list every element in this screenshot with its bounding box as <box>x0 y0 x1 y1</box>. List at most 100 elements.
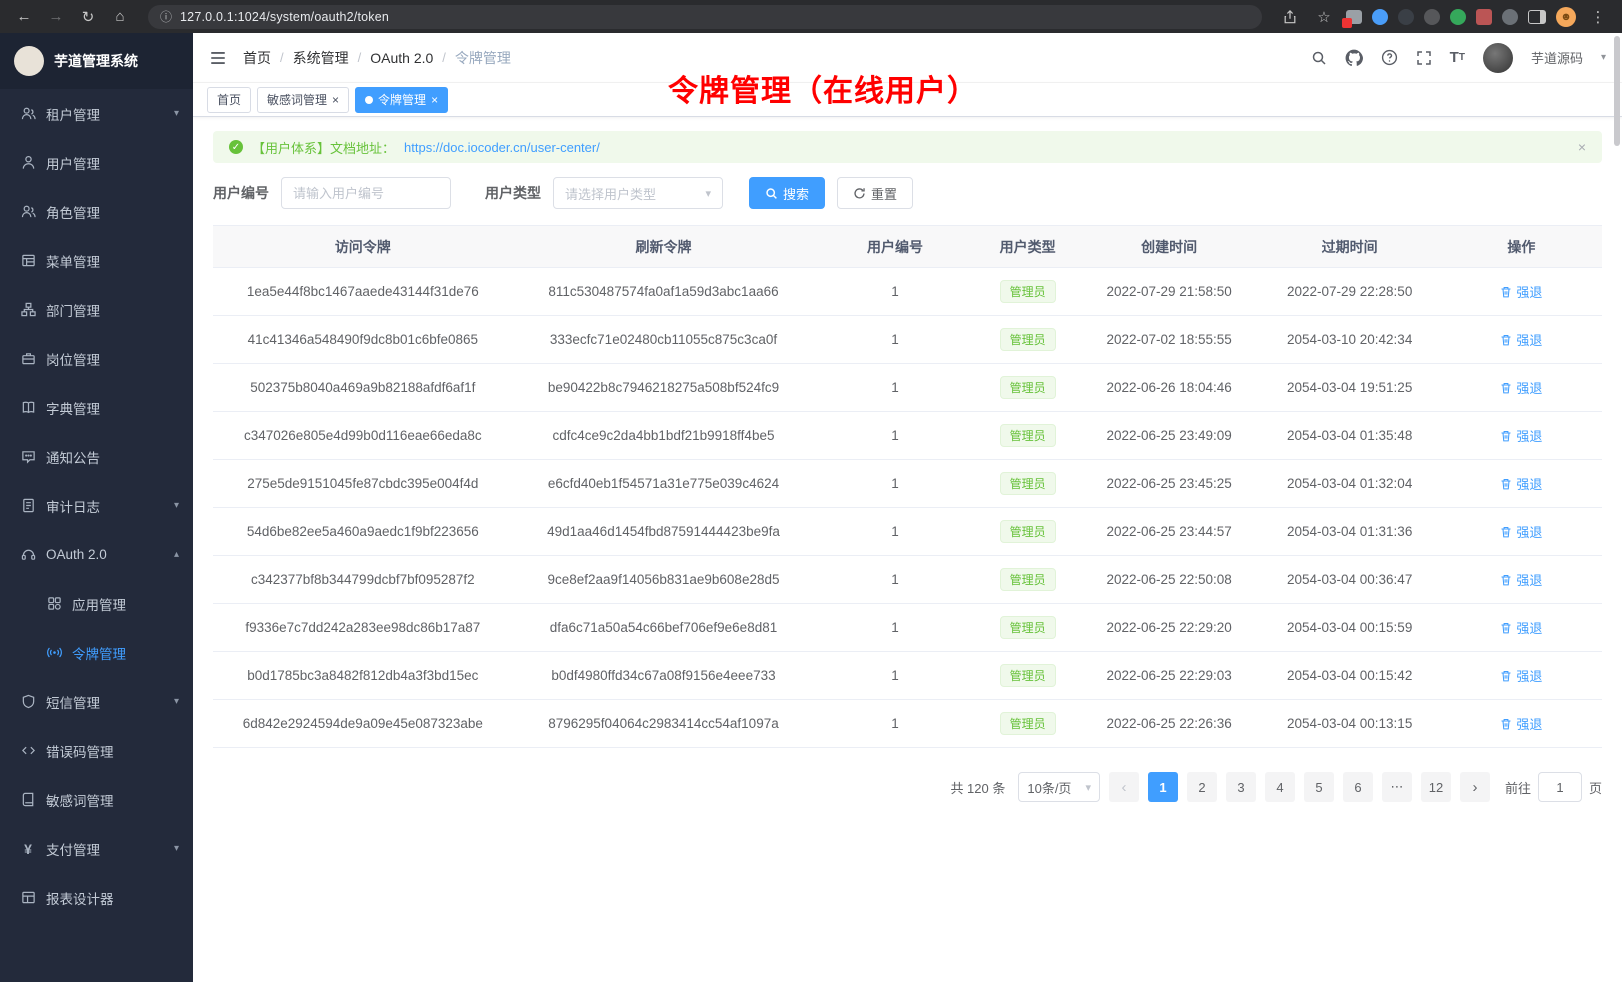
tab-home[interactable]: 首页 <box>207 87 251 113</box>
green-extension-icon[interactable] <box>1450 9 1466 25</box>
sidebar-item-post[interactable]: 岗位管理 <box>0 334 193 383</box>
sidebar-item-menu[interactable]: 菜单管理 <box>0 236 193 285</box>
page-button-5[interactable]: 5 <box>1304 772 1334 802</box>
home-icon[interactable]: ⌂ <box>108 5 132 29</box>
page-button-12[interactable]: 12 <box>1421 772 1451 802</box>
sidebar-item-pay[interactable]: ¥ 支付管理 ▾ <box>0 824 193 873</box>
github-icon[interactable] <box>1345 49 1363 67</box>
side-panel-icon[interactable] <box>1528 10 1546 24</box>
sidebar-item-tenant[interactable]: 租户管理 ▾ <box>0 89 193 138</box>
search-button[interactable]: 搜索 <box>749 177 825 209</box>
tab-token[interactable]: 令牌管理 × <box>355 87 448 113</box>
app-logo[interactable]: 芋道管理系统 <box>0 33 193 89</box>
token-table: 访问令牌 刷新令牌 用户编号 用户类型 创建时间 过期时间 操作 1ea5e44… <box>213 225 1602 748</box>
next-page-button[interactable]: › <box>1460 772 1490 802</box>
reload-icon[interactable]: ↻ <box>76 5 100 29</box>
forward-icon[interactable]: → <box>44 5 68 29</box>
search-icon[interactable] <box>1311 50 1327 66</box>
page-button-2[interactable]: 2 <box>1187 772 1217 802</box>
force-logout-label: 强退 <box>1516 618 1542 637</box>
force-logout-button[interactable]: 强退 <box>1500 666 1542 685</box>
tab-label: 令牌管理 <box>378 91 426 108</box>
page-button-4[interactable]: 4 <box>1265 772 1295 802</box>
share-icon[interactable] <box>1278 5 1302 29</box>
force-logout-button[interactable]: 强退 <box>1500 522 1542 541</box>
url-bar[interactable]: ⓘ 127.0.0.1:1024/system/oauth2/token <box>148 5 1262 29</box>
user-avatar[interactable] <box>1483 43 1513 73</box>
dark-extension-icon[interactable] <box>1398 9 1414 25</box>
role-tag: 管理员 <box>1000 472 1056 495</box>
sidebar-item-user[interactable]: 用户管理 <box>0 138 193 187</box>
force-logout-button[interactable]: 强退 <box>1500 330 1542 349</box>
sidebar-item-oauth[interactable]: OAuth 2.0 ▴ <box>0 530 193 579</box>
sidebar-item-oauth-app[interactable]: 应用管理 <box>0 579 193 628</box>
breadcrumb-system[interactable]: 系统管理 <box>293 48 349 68</box>
breadcrumb-separator: / <box>280 50 284 65</box>
gray-extension-icon[interactable] <box>1424 9 1440 25</box>
chevron-down-icon: ▾ <box>705 187 711 200</box>
dict-book-icon <box>20 400 36 415</box>
page-button-3[interactable]: 3 <box>1226 772 1256 802</box>
sidebar-item-sensitive-word[interactable]: 敏感词管理 <box>0 775 193 824</box>
sidebar-item-dict[interactable]: 字典管理 <box>0 383 193 432</box>
created-cell: 2022-07-29 21:58:50 <box>1080 268 1259 316</box>
close-icon[interactable]: × <box>431 94 438 106</box>
page-button-1[interactable]: 1 <box>1148 772 1178 802</box>
force-logout-button[interactable]: 强退 <box>1500 618 1542 637</box>
back-icon[interactable]: ← <box>12 5 36 29</box>
user-id-label: 用户编号 <box>213 183 269 203</box>
breadcrumb-oauth[interactable]: OAuth 2.0 <box>370 50 433 66</box>
sidebar-item-oauth-token[interactable]: 令牌管理 <box>0 628 193 677</box>
user-id-cell: 1 <box>814 652 975 700</box>
force-logout-button[interactable]: 强退 <box>1500 378 1542 397</box>
fullscreen-icon[interactable] <box>1416 50 1432 66</box>
page-size-select[interactable]: 10条/页 ▾ <box>1018 772 1100 802</box>
logo-avatar <box>14 46 44 76</box>
extension-badge-icon[interactable] <box>1346 10 1362 24</box>
force-logout-button[interactable]: 强退 <box>1500 474 1542 493</box>
blue-extension-icon[interactable] <box>1372 9 1388 25</box>
more-pages-button[interactable]: ⋯ <box>1382 772 1412 802</box>
hamburger-icon[interactable] <box>209 49 227 67</box>
sidebar-item-dept[interactable]: 部门管理 <box>0 285 193 334</box>
paw-extension-icon[interactable] <box>1502 9 1518 25</box>
help-icon[interactable] <box>1381 49 1398 66</box>
force-logout-button[interactable]: 强退 <box>1500 282 1542 301</box>
sidebar-item-audit-log[interactable]: 审计日志 ▾ <box>0 481 193 530</box>
extensions-puzzle-icon[interactable] <box>1476 9 1492 25</box>
reset-button[interactable]: 重置 <box>837 177 913 209</box>
force-logout-button[interactable]: 强退 <box>1500 570 1542 589</box>
force-logout-button[interactable]: 强退 <box>1500 714 1542 733</box>
user-type-select[interactable]: 请选择用户类型 ▾ <box>553 177 723 209</box>
sidebar-item-label: 错误码管理 <box>46 741 114 761</box>
user-id-cell: 1 <box>814 316 975 364</box>
sidebar-item-report-designer[interactable]: 报表设计器 <box>0 873 193 922</box>
prev-page-button[interactable]: ‹ <box>1109 772 1139 802</box>
caret-down-icon[interactable]: ▾ <box>1601 52 1606 63</box>
page-button-6[interactable]: 6 <box>1343 772 1373 802</box>
font-size-icon[interactable]: TT <box>1450 49 1465 66</box>
user-id-input[interactable] <box>281 177 451 209</box>
star-icon[interactable]: ☆ <box>1312 5 1336 29</box>
force-logout-label: 强退 <box>1516 522 1542 541</box>
alert-close-icon[interactable]: × <box>1578 139 1586 155</box>
force-logout-label: 强退 <box>1516 426 1542 445</box>
breadcrumb-home[interactable]: 首页 <box>243 48 271 68</box>
tab-sensitive-word[interactable]: 敏感词管理 × <box>257 87 349 113</box>
browser-profile-avatar[interactable]: ☻ <box>1556 7 1576 27</box>
info-icon[interactable]: ⓘ <box>160 8 172 25</box>
scrollbar[interactable] <box>1614 36 1620 146</box>
sidebar-item-label: 报表设计器 <box>46 888 114 908</box>
goto-page-input[interactable] <box>1538 772 1582 802</box>
force-logout-button[interactable]: 强退 <box>1500 426 1542 445</box>
browser-menu-icon[interactable]: ⋮ <box>1586 5 1610 29</box>
close-icon[interactable]: × <box>332 94 339 106</box>
sidebar-item-notice[interactable]: 通知公告 <box>0 432 193 481</box>
sidebar-item-role[interactable]: 角色管理 <box>0 187 193 236</box>
dept-tree-icon <box>20 302 36 317</box>
sidebar-item-error-code[interactable]: 错误码管理 <box>0 726 193 775</box>
sidebar-item-sms[interactable]: 短信管理 ▾ <box>0 677 193 726</box>
created-cell: 2022-06-25 23:49:09 <box>1080 412 1259 460</box>
breadcrumb-separator: / <box>442 50 446 65</box>
alert-doc-link[interactable]: https://doc.iocoder.cn/user-center/ <box>404 140 600 155</box>
